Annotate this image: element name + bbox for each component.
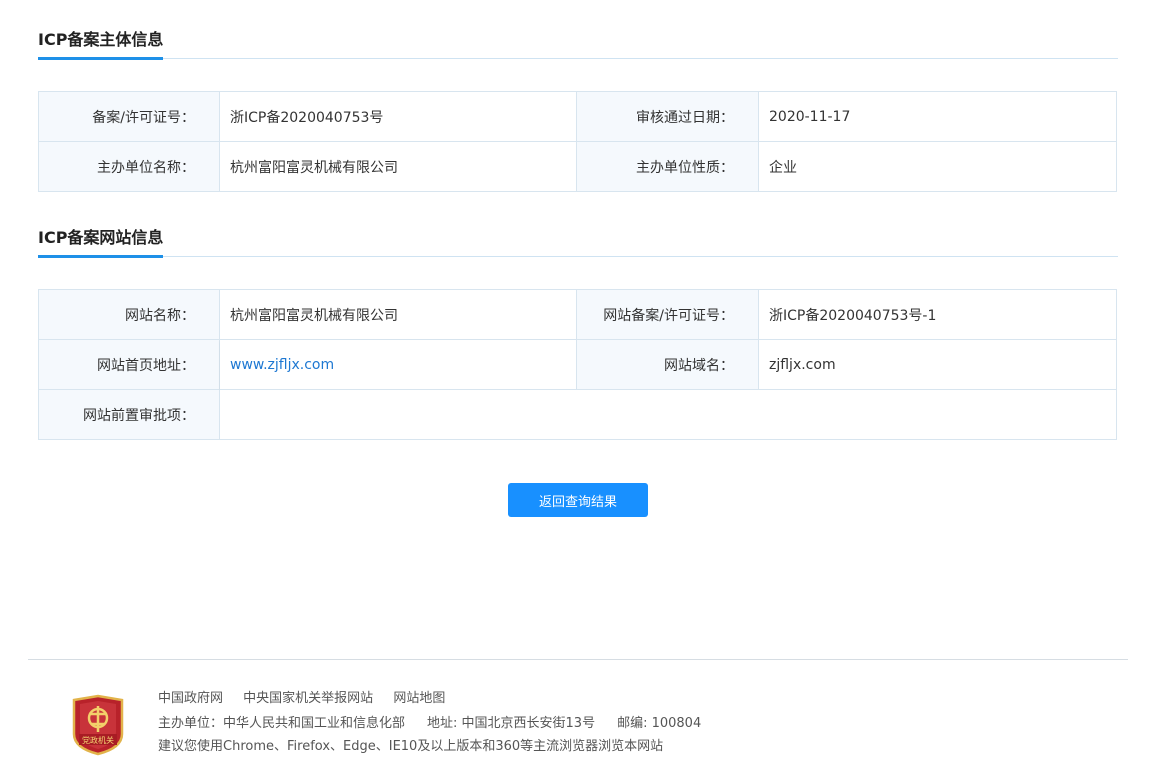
sponsor-type-value: 企业 xyxy=(759,142,1117,192)
footer-browser-note: 建议您使用Chrome、Firefox、Edge、IE10及以上版本和360等主… xyxy=(158,739,664,754)
subject-info-table: 备案/许可证号： 浙ICP备2020040753号 审核通过日期： 2020-1… xyxy=(38,91,1117,192)
sponsor-type-label: 主办单位性质： xyxy=(577,142,759,192)
back-to-results-button[interactable]: 返回查询结果 xyxy=(508,483,648,517)
license-number-value: 浙ICP备2020040753号 xyxy=(220,92,577,142)
table-row: 网站名称： 杭州富阳富灵机械有限公司 网站备案/许可证号： 浙ICP备20200… xyxy=(39,290,1117,340)
section-header-website: ICP备案网站信息 xyxy=(38,228,1118,258)
table-row: 网站首页地址： www.zjfljx.com 网站域名： zjfljx.com xyxy=(39,340,1117,390)
preapproval-value xyxy=(220,390,1117,440)
table-row: 网站前置审批项： xyxy=(39,390,1117,440)
sponsor-name-value: 杭州富阳富灵机械有限公司 xyxy=(220,142,577,192)
website-info-table: 网站名称： 杭州富阳富灵机械有限公司 网站备案/许可证号： 浙ICP备20200… xyxy=(38,289,1117,440)
footer-address: 地址: 中国北京西长安街13号 xyxy=(427,716,596,731)
sponsor-name-label: 主办单位名称： xyxy=(39,142,220,192)
approval-date-value: 2020-11-17 xyxy=(759,92,1117,142)
website-license-value: 浙ICP备2020040753号-1 xyxy=(759,290,1117,340)
footer-link-report[interactable]: 中央国家机关举报网站 xyxy=(243,691,373,706)
homepage-cell: www.zjfljx.com xyxy=(220,340,577,390)
section-title-subject: ICP备案主体信息 xyxy=(38,30,164,60)
section-title-website: ICP备案网站信息 xyxy=(38,228,164,258)
table-row: 备案/许可证号： 浙ICP备2020040753号 审核通过日期： 2020-1… xyxy=(39,92,1117,142)
footer-link-sitemap[interactable]: 网站地图 xyxy=(393,691,445,706)
website-name-label: 网站名称： xyxy=(39,290,220,340)
footer-links: 中国政府网 中央国家机关举报网站 网站地图 xyxy=(158,691,461,707)
website-name-value: 杭州富阳富灵机械有限公司 xyxy=(220,290,577,340)
license-number-label: 备案/许可证号： xyxy=(39,92,220,142)
section-header-subject: ICP备案主体信息 xyxy=(38,30,1118,60)
party-government-emblem-icon[interactable]: 党政机关 xyxy=(70,694,126,756)
emblem-text: 党政机关 xyxy=(82,735,114,745)
footer-postcode: 邮编: 100804 xyxy=(617,716,702,731)
homepage-label: 网站首页地址： xyxy=(39,340,220,390)
footer-info: 主办单位：中华人民共和国工业和信息化部 地址: 中国北京西长安街13号 邮编: 10… xyxy=(158,716,701,732)
approval-date-label: 审核通过日期： xyxy=(577,92,759,142)
preapproval-label: 网站前置审批项： xyxy=(39,390,220,440)
table-row: 主办单位名称： 杭州富阳富灵机械有限公司 主办单位性质： 企业 xyxy=(39,142,1117,192)
domain-value: zjfljx.com xyxy=(759,340,1117,390)
homepage-link[interactable]: www.zjfljx.com xyxy=(230,357,334,373)
footer-sponsor: 主办单位：中华人民共和国工业和信息化部 xyxy=(158,716,406,731)
website-license-label: 网站备案/许可证号： xyxy=(577,290,759,340)
footer-link-gov[interactable]: 中国政府网 xyxy=(158,691,223,706)
footer-divider xyxy=(28,659,1128,660)
domain-label: 网站域名： xyxy=(577,340,759,390)
